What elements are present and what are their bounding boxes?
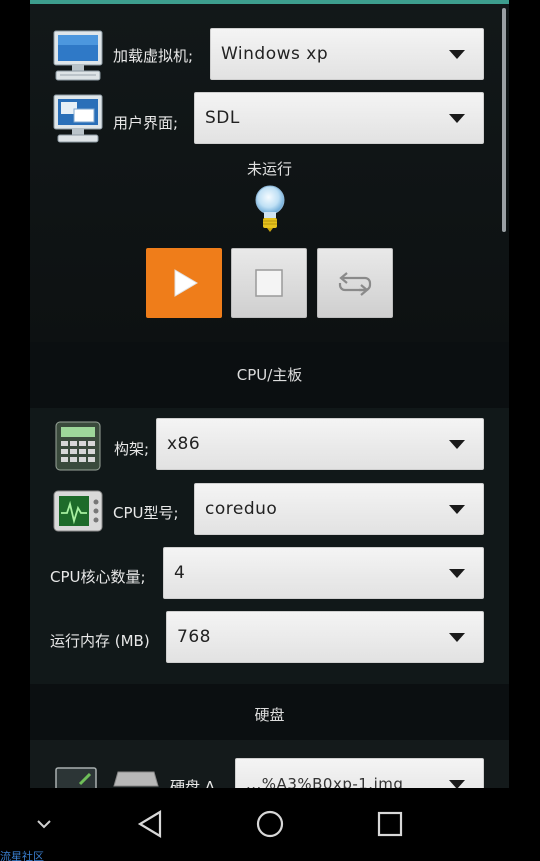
memory-select[interactable]: 768 (166, 611, 484, 663)
cpu-model-label: CPU型号; (113, 504, 179, 522)
ui-label: 用户界面; (113, 114, 179, 132)
hda-label: 硬盘 A (170, 778, 216, 788)
scrollbar[interactable] (502, 8, 506, 232)
cpu-monitor-icon (52, 488, 104, 538)
calculator-icon (54, 420, 102, 476)
ui-select-value: SDL (205, 108, 240, 128)
hda-select[interactable]: ...%A3%B0xp-1.img (235, 758, 484, 788)
chevron-down-icon (449, 779, 465, 788)
windows-icon (50, 92, 106, 150)
chevron-down-icon (449, 49, 465, 59)
play-button[interactable] (146, 248, 222, 318)
ui-select[interactable]: SDL (194, 92, 484, 144)
cpu-section-title: CPU/主板 (236, 366, 303, 384)
chevron-down-icon (449, 439, 465, 449)
cpu-cores-label: CPU核心数量; (50, 568, 146, 586)
restart-icon (338, 272, 372, 296)
arch-label: 构架; (114, 440, 150, 458)
vm-label: 加载虚拟机; (113, 47, 194, 65)
recents-icon[interactable] (374, 808, 406, 840)
chevron-down-icon (449, 568, 465, 578)
computer-icon (50, 28, 106, 88)
stop-icon (255, 269, 283, 297)
chevron-down-icon (449, 632, 465, 642)
lightbulb-icon (253, 183, 287, 239)
hard-disk-icon (112, 768, 160, 788)
cpu-model-select[interactable]: coreduo (194, 483, 484, 535)
memory-label: 运行内存 (MB) (50, 632, 150, 650)
stop-button[interactable] (231, 248, 307, 318)
cpu-model-select-value: coreduo (205, 499, 278, 519)
cpu-cores-select[interactable]: 4 (163, 547, 484, 599)
home-icon[interactable] (254, 808, 286, 840)
edit-disk-icon[interactable] (54, 766, 98, 788)
hda-select-value: ...%A3%B0xp-1.img (246, 775, 404, 788)
vm-select[interactable]: Windows xp (210, 28, 484, 80)
vm-select-value: Windows xp (221, 44, 329, 64)
chevron-down-icon (449, 113, 465, 123)
disk-section-title: 硬盘 (254, 706, 285, 724)
watermark-text: 流星社区 (0, 850, 44, 861)
cpu-cores-select-value: 4 (174, 563, 186, 583)
back-icon[interactable] (134, 808, 166, 840)
system-navigation-bar (0, 788, 540, 861)
app-window: 加载虚拟机; Windows xp 用户界面; SDL 未运行 CPU/主板 构… (30, 0, 509, 788)
arch-select-value: x86 (167, 434, 201, 454)
arch-select[interactable]: x86 (156, 418, 484, 470)
collapse-chevron-icon[interactable] (30, 812, 58, 836)
restart-button[interactable] (317, 248, 393, 318)
chevron-down-icon (449, 504, 465, 514)
memory-select-value: 768 (177, 627, 211, 647)
play-icon (174, 269, 198, 297)
vm-status-text: 未运行 (246, 160, 292, 178)
